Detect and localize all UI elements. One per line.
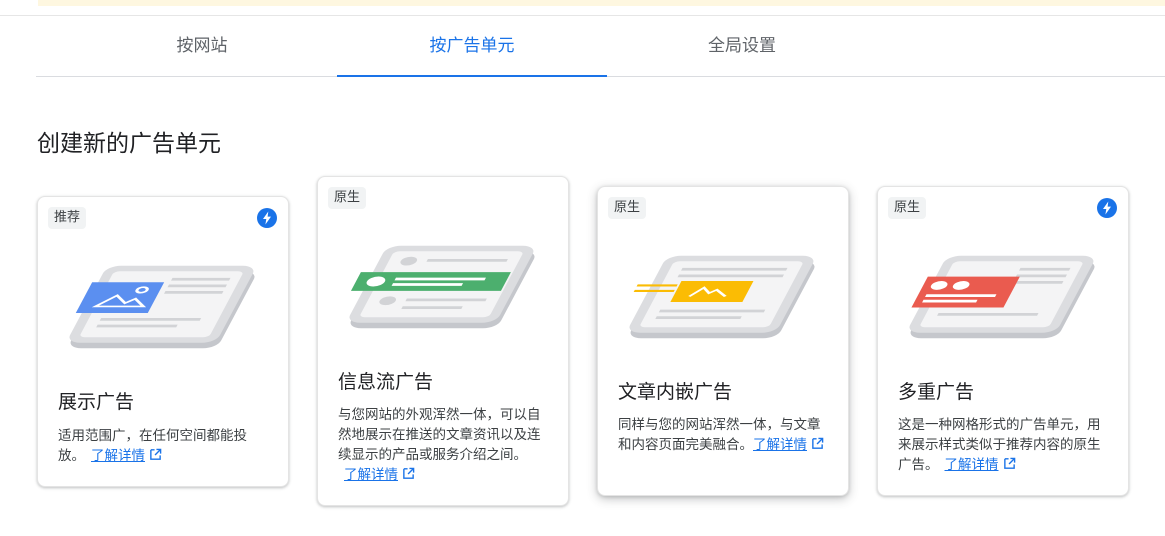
external-link-icon bbox=[150, 448, 162, 460]
notice-banner-strip bbox=[38, 0, 1165, 6]
card-title: 展示广告 bbox=[58, 391, 135, 413]
bolt-icon bbox=[1097, 198, 1117, 218]
native-badge: 原生 bbox=[888, 197, 927, 219]
in-feed-ad-illustration bbox=[349, 245, 535, 329]
learn-more-link[interactable]: 了解详情 bbox=[753, 437, 824, 453]
native-badge: 原生 bbox=[608, 197, 647, 219]
in-article-ad-illustration bbox=[629, 255, 815, 339]
card-title: 文章内嵌广告 bbox=[618, 381, 733, 403]
ad-unit-card-multiplex[interactable]: 原生 多重广告 这是一种网格形式的广告单元，用来展示样式类似于推荐内容的原生广告… bbox=[877, 186, 1129, 496]
ad-unit-card-display[interactable]: 推荐 展示广告 适用范围广，在任何空间都能投放。 了解详情 bbox=[37, 196, 289, 487]
display-ad-illustration bbox=[69, 265, 255, 349]
ad-unit-card-in-feed[interactable]: 原生 信息流广告 与您网站的外观浑然一体，可以自然地展示在推送的文章资讯以及连续… bbox=[317, 176, 569, 506]
external-link-icon bbox=[403, 467, 415, 479]
section-title: 创建新的广告单元 bbox=[37, 131, 221, 157]
recommended-badge: 推荐 bbox=[48, 207, 87, 229]
tab-by-site[interactable]: 按网站 bbox=[102, 16, 302, 75]
ad-unit-card-in-article[interactable]: 原生 文章内嵌广告 同样与您的网站浑然一体，与文章和内容页面完美融合。了解详情 bbox=[597, 186, 849, 496]
learn-more-link[interactable]: 了解详情 bbox=[945, 457, 1016, 473]
card-description: 适用范围广，在任何空间都能投放。 了解详情 bbox=[58, 428, 247, 464]
card-description: 与您网站的外观浑然一体，可以自然地展示在推送的文章资讯以及连续显示的产品或服务介… bbox=[338, 407, 541, 483]
learn-more-link[interactable]: 了解详情 bbox=[91, 448, 162, 464]
bolt-icon bbox=[257, 208, 277, 228]
external-link-icon bbox=[1003, 457, 1015, 469]
tab-global-settings[interactable]: 全局设置 bbox=[642, 16, 842, 75]
external-link-icon bbox=[812, 437, 824, 449]
card-title: 信息流广告 bbox=[338, 371, 434, 393]
card-description: 同样与您的网站浑然一体，与文章和内容页面完美融合。了解详情 bbox=[618, 415, 833, 455]
card-title: 多重广告 bbox=[898, 381, 975, 403]
tab-bar: 按网站 按广告单元 全局设置 bbox=[36, 16, 1165, 77]
multiplex-ad-illustration bbox=[909, 255, 1095, 339]
native-badge: 原生 bbox=[328, 187, 367, 209]
learn-more-link[interactable]: 了解详情 bbox=[344, 467, 415, 483]
card-description: 这是一种网格形式的广告单元，用来展示样式类似于推荐内容的原生广告。 了解详情 bbox=[898, 417, 1101, 473]
tab-by-ad-unit[interactable]: 按广告单元 bbox=[337, 16, 607, 77]
